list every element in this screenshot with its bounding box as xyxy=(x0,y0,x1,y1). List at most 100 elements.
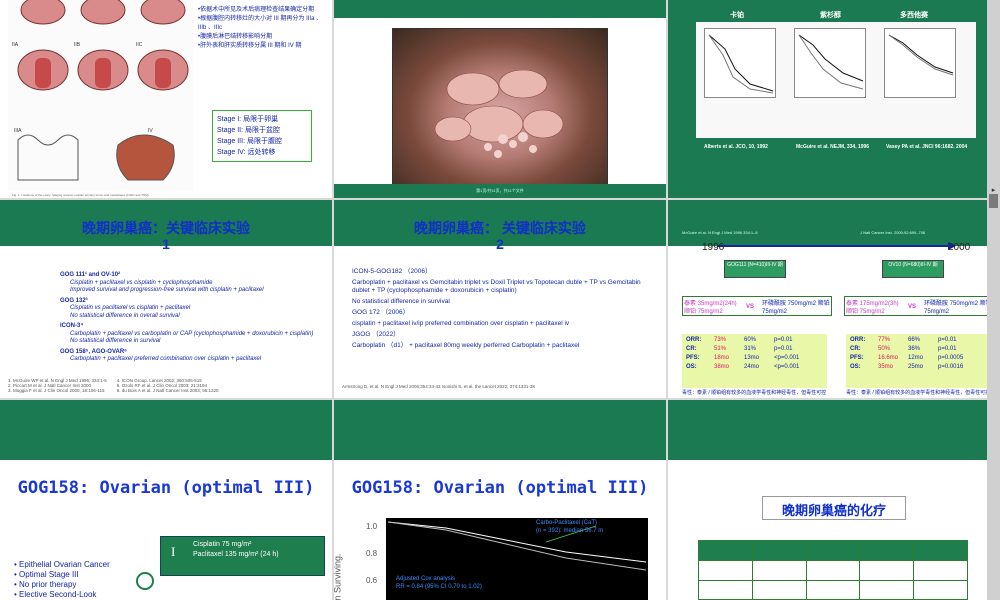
stage-item: Stage IV: 远处转移 xyxy=(217,149,276,156)
scroll-arrow-icon[interactable]: ▸ xyxy=(989,186,998,194)
stage-summary-box: Stage I: 局限于卵巢 Stage II: 局限于盆腔 Stage III… xyxy=(212,110,312,162)
citation-left: McGuire et al. N Engl J Med 1996 334:1–6 xyxy=(682,230,758,235)
km-curve-icon xyxy=(888,34,954,76)
arm-i-box: I Cisplatin 75 mg/m² Paclitaxel 135 mg/m… xyxy=(160,536,325,576)
bullet-item: •依据术中所见及术后病理检查结果确定分期 xyxy=(198,7,315,13)
vs-label: VS xyxy=(908,304,917,310)
slide-title: 晚期卵巢癌： 关键临床实验 xyxy=(414,220,586,236)
km-plot-docetaxel xyxy=(884,28,956,98)
surgical-photo xyxy=(392,28,608,186)
gog111-arm-a: 泰素 35mg/m2(24h) 顺铂 75mg/m2 xyxy=(684,301,737,315)
stage-item: Stage II: 局限于盆腔 xyxy=(217,127,281,134)
gog111-arm-b: 环磷酰胺 750mg/m2 顺铂 75mg/m2 xyxy=(762,301,830,315)
anatomy-illustration: IIA IIB IIC IIIA IV xyxy=(8,0,193,190)
staging-bullets: •依据术中所见及术后病理检查结果确定分期 •根据腹腔内转移灶的大小对 III 期… xyxy=(198,6,326,51)
bullet-item: •腹膜后淋巴结转移影响分期 xyxy=(198,34,273,40)
slide-header-band xyxy=(334,400,666,460)
y-axis-label: n Surviving. xyxy=(334,553,343,600)
inclusion-list: • Epithelial Ovarian Cancer • Optimal St… xyxy=(14,560,110,600)
km-plot-paclitaxel xyxy=(794,28,866,98)
result-row: CR: 51% 31% p=0.01 xyxy=(686,346,793,352)
result-row: OS: 38mo 24mo <p=0.001 xyxy=(686,364,800,370)
result-row: ORR: 73% 60% p=0.01 xyxy=(686,337,793,343)
gog111-results: ORR: 73% 60% p=0.01 CR: 51% 31% p=0.01 PFS: 18m… xyxy=(682,334,827,388)
slide-title: 晚期卵巢癌：关键临床实验 xyxy=(82,220,250,236)
slide-4-thumbnail[interactable]: 晚期卵巢癌：关键临床实验 1 GOG 111¹ and OV-10² Cispl… xyxy=(0,200,332,398)
trial-item: GOG 111¹ and OV-10² xyxy=(60,272,121,278)
page-indicator: 第1页/共11页，共11个文件 xyxy=(476,188,524,193)
ov10-arm-a: 泰素 175mg/m2(3h) 顺铂 75mg/m2 xyxy=(846,301,899,315)
svg-text:IIB: IIB xyxy=(74,42,81,48)
reference-line: Armstrong D, et al. N Engl J Med 2006;35… xyxy=(342,384,535,389)
slide-title: 晚期卵巢癌的化疗 xyxy=(781,503,886,518)
slide-2-thumbnail[interactable]: 第1页/共11页，共11个文件 xyxy=(334,0,666,198)
randomization-node-icon xyxy=(136,572,154,590)
ov10-header: OV10 (N=680)III-IV 期 xyxy=(882,260,944,278)
slide-8-thumbnail[interactable]: GOG158: Ovarian (optimal III) Carbo-Pacl… xyxy=(334,400,666,600)
scrollbar-thumb[interactable] xyxy=(989,194,998,208)
arm-drug: Paclitaxel 135 mg/m² (24 h) xyxy=(193,551,279,558)
trials-bullet-list: GOG 111¹ and OV-10² Cisplatin + paclitax… xyxy=(60,272,325,364)
citation-vasey: Vasey PA et al. JNCI 96:1682. 2004 xyxy=(886,144,968,150)
slide-title: GOG158: Ovarian (optimal III) xyxy=(17,478,315,498)
citation-mcguire: McGuire et al. NEJM, 334, 1996 xyxy=(796,144,870,150)
annotation-rr: RR = 0.84 (95% CI 0.70 to 1.02) xyxy=(396,584,482,590)
citation-right: J Natl Cancer Inst. 2000;92:699–708 xyxy=(860,230,926,235)
stage-item: Stage III: 局限于腹腔 xyxy=(217,138,282,145)
vs-label: VS xyxy=(746,304,755,310)
bullet-item: •根据腹腔内转移灶的大小对 III 期再分为 IIIa 、IIIb 、IIIc xyxy=(198,16,323,31)
annotation-median: (n = 392): median 56.7 m xyxy=(536,528,604,534)
vertical-scrollbar[interactable]: ▸ xyxy=(987,0,1000,600)
ov10-arm-b: 环磷酰胺 750mg/m2 顺铂 75mg/m2 xyxy=(924,301,992,315)
survival-plot: Carbo-Paclitaxel (CaT) (n = 392): median… xyxy=(386,518,648,600)
trial-detail: No statistical difference in survival xyxy=(70,338,161,344)
slide-6-thumbnail[interactable]: McGuire et al. N Engl J Med 1996 334:1–6… xyxy=(668,200,1000,398)
trial-detail: Improved survival and progression-free s… xyxy=(70,287,264,293)
slide-footer-band: 第1页/共11页，共11个文件 xyxy=(334,184,666,198)
paclitaxel-heading: 紫杉醇 xyxy=(820,12,841,19)
y-tick: 1.0 xyxy=(366,522,378,531)
arm-number: I xyxy=(171,544,176,559)
result-row: PFS: 18mo 13mo <p=0.001 xyxy=(686,355,800,361)
annotation-cox: Adjusted Cox analysis xyxy=(396,576,456,582)
survival-curves-panel: 卡铂 紫杉醇 多西他赛 Alberts et al. JCO, 10, 1992… xyxy=(696,0,976,170)
anatomy-diagram-icon: IIA IIB IIC IIIA IV xyxy=(12,0,189,181)
reference-item: 6. du Bois A et al. J Natl Cancer Inst 2… xyxy=(116,388,219,393)
km-curve-icon xyxy=(798,34,864,90)
annotation-cat: Carbo-Paclitaxel (CaT) xyxy=(536,520,598,526)
trial-detail: Carboplatin + paclitaxel vs carboplatin … xyxy=(70,330,314,337)
stage-item: Stage I: 局限于卵巢 xyxy=(217,116,279,123)
y-tick: 0.6 xyxy=(366,576,378,585)
result-row: OS: 35mo 25mo p=0.0016 xyxy=(850,364,964,370)
slide-title: GOG158: Ovarian (optimal III) xyxy=(351,478,649,498)
trial-item: GOG 158⁵, AGO-OVAR⁶ xyxy=(60,348,127,355)
slide-header-band xyxy=(0,400,332,460)
inclusion-item: • No prior therapy xyxy=(14,580,77,589)
trials-bullet-list: ICON-5-GOG182 （2006） Carboplatin + pacli… xyxy=(352,268,657,353)
trial-item: cisplatin + paclitaxel iv/ip preferred c… xyxy=(352,320,570,327)
result-row: CR: 50% 36% p=0.01 xyxy=(850,346,957,352)
svg-text:IIA: IIA xyxy=(12,42,19,48)
trial-item: GOG 172 （2006） xyxy=(352,309,410,316)
toxicity-note-right: 毒性：泰素 / 顺铂组有较多的血液学毒性和神经毒性，但毒性可控 xyxy=(846,390,991,396)
bullet-item: •肝外表和肝实质转移分属 III 期和 IV 期 xyxy=(198,43,302,49)
result-row: ORR: 77% 66% p=0.01 xyxy=(850,337,957,343)
trial-item: Carboplatin （d1） + paclitaxel 80mg weekl… xyxy=(352,342,580,349)
slide-3-thumbnail[interactable]: 卡铂 紫杉醇 多西他赛 Alberts et al. JCO, 10, 1992… xyxy=(668,0,1000,198)
result-row: PFS: 16.6mo 12mo p=0.0005 xyxy=(850,355,964,361)
slide-7-thumbnail[interactable]: GOG158: Ovarian (optimal III) • Epitheli… xyxy=(0,400,332,600)
slide-header-band xyxy=(334,0,666,18)
slide-9-thumbnail[interactable]: 晚期卵巢癌的化疗 xyxy=(668,400,1000,600)
trial-detail: Carboplatin + paclitaxel preferred combi… xyxy=(70,356,262,362)
slide-title-number: 2 xyxy=(496,236,504,252)
citation-alberts: Alberts et al. JCO, 10, 1992 xyxy=(704,144,768,150)
reference-item: 3. Muggia F et al. J Clin Oncol 2000; 18… xyxy=(8,388,105,393)
svg-text:IV: IV xyxy=(148,128,153,134)
slide-title-number: 1 xyxy=(162,236,170,252)
slide-1-thumbnail[interactable]: IIA IIB IIC IIIA IV Fig. 1. Locations of… xyxy=(0,0,332,198)
references: 1. McGuire WP et al. N Engl J Med 1996; … xyxy=(8,378,308,393)
trial-detail: Cisplatin vs paclitaxel vs cisplatin + p… xyxy=(70,305,191,311)
inclusion-item: • Optimal Stage III xyxy=(14,570,79,579)
inclusion-item: • Elective Second-Look xyxy=(14,590,97,599)
slide-5-thumbnail[interactable]: 晚期卵巢癌： 关键临床实验 2 ICON-5-GOG182 （2006） Car… xyxy=(334,200,666,398)
